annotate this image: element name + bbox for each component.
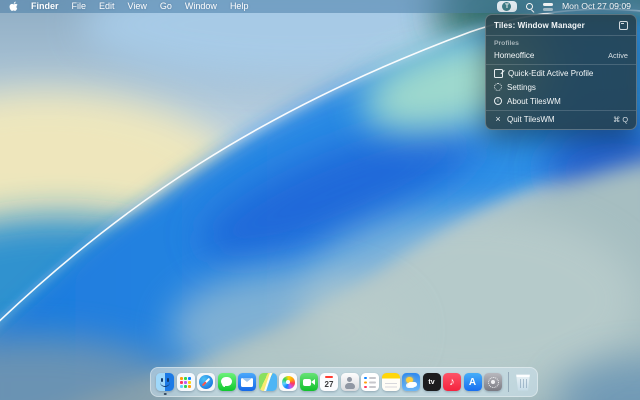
appstore-dock-icon[interactable]: A [463,373,482,391]
menu-window[interactable]: Window [185,0,217,13]
running-indicator-dot [163,392,167,395]
tiles-app-icon: T [502,2,512,11]
tv-dock-icon[interactable]: tv [422,373,441,391]
menu-item-quick-edit[interactable]: Quick-Edit Active Profile [486,66,636,80]
control-center-icon[interactable] [542,2,554,11]
facetime-dock-icon[interactable] [299,373,318,391]
menu-item-settings[interactable]: Settings [486,80,636,94]
safari-dock-icon[interactable] [197,373,215,391]
menu-finder[interactable]: Finder [31,0,59,13]
menu-help[interactable]: Help [230,0,249,13]
divider [486,109,636,111]
calendar-dock-icon[interactable]: 27 [320,373,338,391]
dock: 27 tv ♪ A [150,367,538,397]
music-dock-icon[interactable]: ♪ [443,373,461,391]
maps-dock-icon[interactable] [258,373,277,391]
weather-dock-icon[interactable] [402,373,420,391]
messages-dock-icon[interactable] [217,373,236,391]
music-glyph: ♪ [449,375,455,388]
menu-item-label: Quit TilesWM [507,114,555,124]
calendar-glyph: 27 [324,379,334,389]
appstore-glyph: A [468,376,477,388]
profiles-section-label: Profiles [494,40,519,47]
window-icon[interactable] [619,21,628,30]
apple-menu-icon[interactable] [9,1,18,12]
spotlight-search-icon[interactable] [525,2,535,12]
mail-dock-icon[interactable] [238,373,256,391]
menu-item-label: About TilesWM [507,96,561,106]
close-icon [494,115,502,124]
photos-dock-icon[interactable] [279,373,297,391]
gear-icon [494,83,502,91]
tiles-menu-title: Tiles: Window Manager [494,21,585,30]
menubar-clock[interactable]: Mon Oct 27 09:09 [562,0,631,13]
launchpad-dock-icon[interactable] [176,373,195,391]
settings-dock-icon[interactable] [484,373,502,391]
menu-edit[interactable]: Edit [99,0,115,13]
menu-item-quit[interactable]: Quit TilesWM ⌘ Q [486,112,636,126]
divider [486,63,636,65]
info-icon [494,97,502,105]
tiles-menu-panel: Tiles: Window Manager Profiles Homeoffic… [485,14,637,130]
dock-separator [507,372,509,392]
menu-item-label: Quick-Edit Active Profile [508,68,594,78]
menu-item-about[interactable]: About TilesWM [486,94,636,108]
tiles-menubar-item[interactable]: T [496,1,517,12]
finder-dock-icon[interactable] [156,373,174,395]
divider [486,34,636,36]
trash-dock-icon[interactable] [516,374,530,391]
contacts-dock-icon[interactable] [340,373,359,391]
quit-shortcut: ⌘ Q [613,114,628,124]
menu-item-label: Settings [507,82,536,92]
notes-dock-icon[interactable] [381,373,400,391]
menu-file[interactable]: File [72,0,87,13]
menu-view[interactable]: View [128,0,147,13]
menu-go[interactable]: Go [160,0,172,13]
profile-item-homeoffice[interactable]: Homeoffice Active [486,48,636,62]
menu-bar: Finder File Edit View Go Window Help T M… [0,0,640,13]
reminders-dock-icon[interactable] [361,373,379,391]
tiles-menu-header: Tiles: Window Manager [486,17,636,33]
profile-status-badge: Active [608,50,628,60]
edit-icon [494,68,503,78]
profile-name: Homeoffice [494,50,535,60]
tv-glyph: tv [428,378,435,386]
